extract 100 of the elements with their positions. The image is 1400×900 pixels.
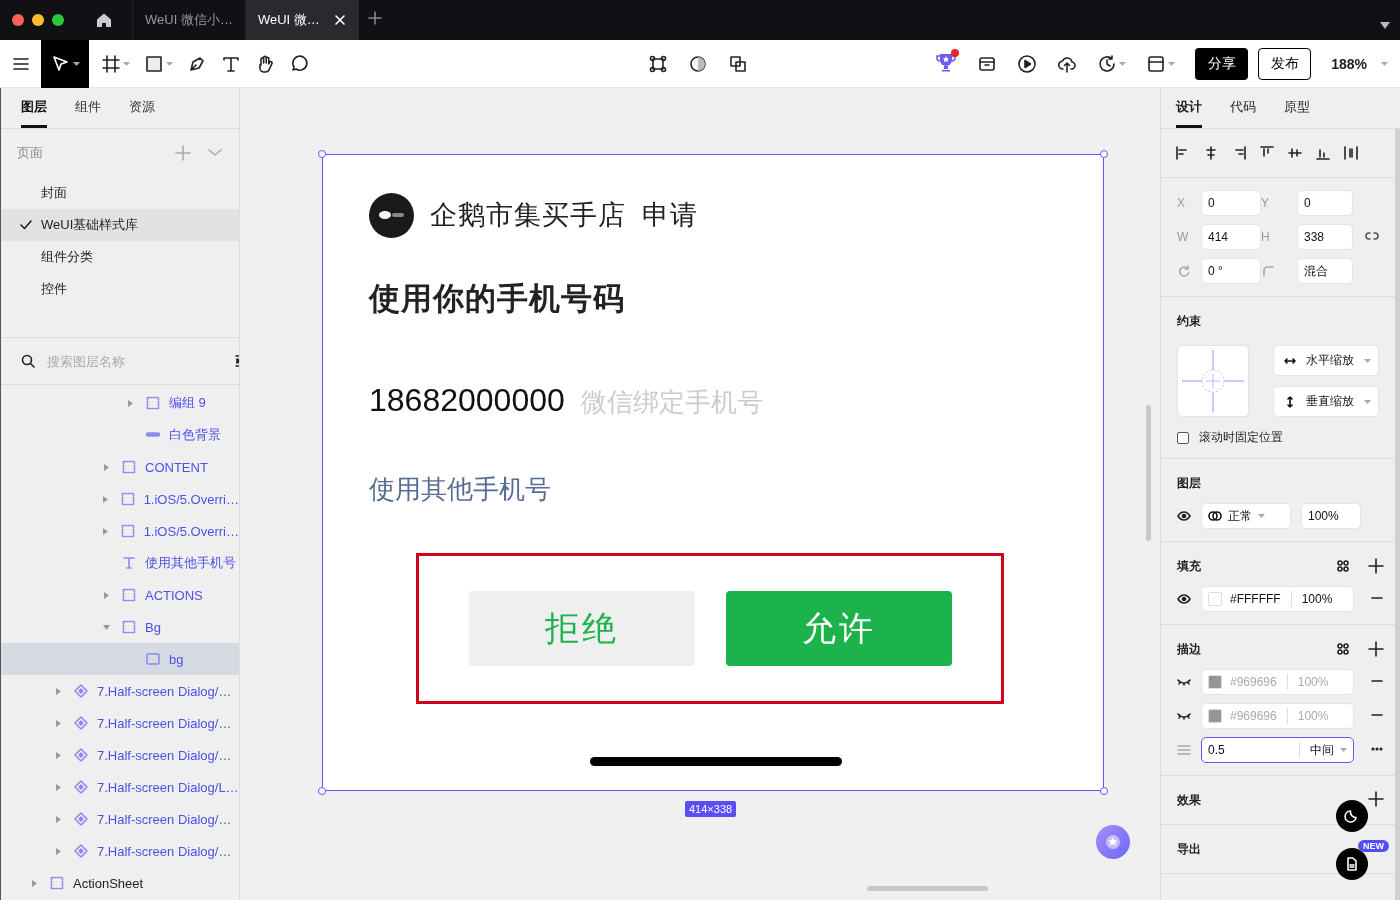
comment-tool-icon[interactable]	[289, 53, 309, 74]
layer-item[interactable]: 7.Half-screen Dialog/…	[1, 803, 239, 835]
distribute-icon[interactable]	[1343, 145, 1359, 161]
layer-item[interactable]: 7.Half-screen Dialog/…	[1, 675, 239, 707]
component-icon	[74, 844, 88, 858]
layer-item[interactable]: CONTENT	[1, 451, 239, 483]
section-title: 效果	[1177, 791, 1201, 809]
other-phone-link[interactable]: 使用其他手机号	[369, 472, 551, 507]
select-tool[interactable]	[41, 39, 89, 88]
color-swatch[interactable]	[1208, 592, 1222, 606]
layer-item[interactable]: 7.Half-screen Dialog/…	[1, 707, 239, 739]
component-icon[interactable]	[648, 53, 668, 74]
dropdown[interactable]: 水平缩放	[1273, 345, 1379, 376]
scrollbar[interactable]	[1395, 128, 1400, 900]
theme-button[interactable]	[1336, 800, 1368, 832]
search-field[interactable]: 搜索图层名称	[47, 353, 223, 369]
page-item[interactable]: 封面	[1, 177, 239, 209]
page-item[interactable]: WeUI基础样式库	[1, 209, 239, 241]
layer-item[interactable]: ActionSheet	[1, 867, 239, 899]
layer-item[interactable]: ACTIONS	[1, 579, 239, 611]
input-field[interactable]: 338	[1297, 224, 1353, 250]
panel-tab[interactable]: 资源	[129, 88, 155, 128]
opacity-field[interactable]: 100%	[1301, 503, 1361, 529]
maximize-window-button[interactable]	[52, 14, 64, 26]
zoom-level[interactable]: 188%	[1331, 55, 1367, 72]
color-field[interactable]: #FFFFFF 100%	[1201, 586, 1354, 612]
page-item[interactable]: 组件分类	[1, 241, 239, 273]
layer-item[interactable]: 7.Half-screen Dialog/…	[1, 739, 239, 771]
layer-item[interactable]: 7.Half-screen Dialog/L…	[1, 771, 239, 803]
input-field[interactable]: 0 °	[1201, 258, 1261, 284]
style-grid-icon[interactable]	[1336, 559, 1350, 573]
input-field[interactable]: 0	[1201, 190, 1261, 216]
component-icon	[74, 684, 88, 698]
new-tab-icon[interactable]	[366, 10, 383, 26]
document-icon	[1344, 856, 1360, 872]
component-icon	[74, 780, 88, 794]
frame-tool-icon[interactable]	[101, 53, 121, 74]
layer-item[interactable]: 使用其他手机号	[1, 547, 239, 579]
layer-item[interactable]: 编组 9	[1, 387, 239, 419]
boolean-icon[interactable]	[728, 53, 748, 74]
resize-handle[interactable]	[318, 150, 326, 158]
color-swatch[interactable]	[1208, 709, 1222, 723]
blend-mode-dropdown[interactable]: 正常	[1201, 503, 1291, 529]
resize-handle[interactable]	[1100, 150, 1108, 158]
checkbox[interactable]	[1177, 431, 1189, 444]
visible-eye-icon[interactable]	[1177, 592, 1191, 606]
panel-tab[interactable]: 组件	[75, 88, 101, 128]
visible-eye-icon[interactable]	[1177, 509, 1191, 523]
align-center-icon[interactable]	[1203, 145, 1219, 161]
caret-icon	[1340, 748, 1347, 752]
app-name: 企鹅市集买手店	[430, 199, 626, 232]
layer-item[interactable]: 1.iOS/5.Overri…	[1, 483, 239, 515]
assistant-button[interactable]	[1096, 825, 1130, 859]
dropdown[interactable]: 垂直缩放	[1273, 386, 1379, 417]
layer-item[interactable]: 白色背景	[1, 419, 239, 451]
add-icon[interactable]	[1368, 641, 1384, 657]
input-field[interactable]: 混合	[1297, 258, 1353, 284]
browser-tab[interactable]: WeUI 微…	[244, 0, 359, 40]
resize-handle[interactable]	[318, 787, 326, 795]
close-window-button[interactable]	[12, 14, 24, 26]
field-label: Y	[1261, 196, 1270, 210]
layer-item[interactable]: Bg	[1, 611, 239, 643]
layer-item[interactable]: 1.iOS/5.Overri…	[1, 515, 239, 547]
mask-icon[interactable]	[688, 53, 708, 74]
scrollbar[interactable]	[867, 886, 988, 891]
pointer-icon[interactable]	[50, 53, 71, 74]
panel-tab[interactable]: 代码	[1230, 88, 1256, 128]
page-item[interactable]: 控件	[1, 273, 239, 305]
play-icon[interactable]	[1017, 53, 1038, 74]
align-middle-icon[interactable]	[1287, 145, 1303, 161]
add-icon[interactable]	[1368, 790, 1384, 807]
stroke-width-field[interactable]: 0.5 中间	[1201, 737, 1354, 763]
minimize-window-button[interactable]	[32, 14, 44, 26]
color-swatch[interactable]	[1208, 675, 1222, 689]
document-button[interactable]	[1336, 848, 1368, 880]
add-icon[interactable]	[1368, 558, 1384, 574]
close-icon[interactable]	[332, 13, 347, 27]
layer-item[interactable]: 7.Half-screen Dialog/…	[1, 835, 239, 867]
panel-tab[interactable]: 设计	[1176, 88, 1202, 128]
section-title: 描边	[1177, 640, 1201, 658]
scrollbar[interactable]	[1146, 405, 1151, 541]
resize-handle[interactable]	[1100, 787, 1108, 795]
layer-item[interactable]: bg	[1, 643, 239, 675]
share-button[interactable]: 分享	[1195, 47, 1249, 80]
history-icon[interactable]	[1097, 53, 1118, 74]
phone-number: 18682000000	[369, 382, 565, 419]
panel-tab[interactable]: 图层	[21, 88, 47, 128]
group-icon	[50, 876, 64, 890]
input-field[interactable]: 414	[1201, 224, 1261, 250]
publish-button[interactable]: 发布	[1258, 47, 1312, 80]
rectangle-icon	[146, 652, 160, 666]
moon-icon	[1344, 808, 1360, 824]
caret-icon	[1258, 514, 1265, 518]
style-grid-icon[interactable]	[1336, 642, 1350, 656]
layout-icon[interactable]	[1146, 53, 1167, 74]
input-field[interactable]: 0	[1297, 190, 1353, 216]
caret-icon[interactable]	[72, 61, 80, 66]
dropdown-icon[interactable]	[1380, 22, 1390, 29]
rectangle-tool-icon[interactable]	[144, 53, 164, 74]
panel-tab[interactable]: 原型	[1284, 88, 1310, 128]
